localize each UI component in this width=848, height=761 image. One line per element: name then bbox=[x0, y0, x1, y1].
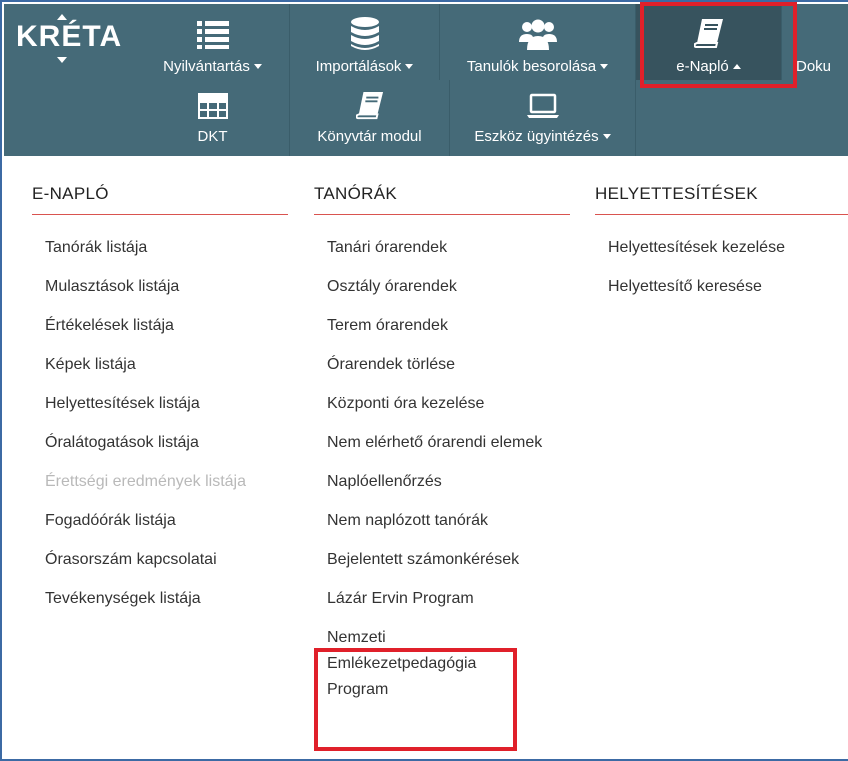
menu-item-ertekelesek-listaja[interactable]: Értékelések listája bbox=[45, 313, 288, 339]
menu-item-erettsegi-eredmenyek: Érettségi eredmények listája bbox=[45, 473, 246, 490]
menu-heading-tanorak: TANÓRÁK bbox=[314, 184, 570, 215]
menu-heading-enaplo: E-NAPLÓ bbox=[32, 184, 288, 215]
database-icon bbox=[350, 16, 380, 52]
menu-list-tanorak: Tanári órarendek Osztály órarendek Terem… bbox=[314, 235, 570, 703]
menu-item-bejelentett-szamonkeresek[interactable]: Bejelentett számonkérések bbox=[327, 547, 570, 573]
menu-item-fogadoorak-listaja[interactable]: Fogadóórák listája bbox=[45, 508, 288, 534]
menu-column-enaplo: E-NAPLÓ Tanórák listája Mulasztások list… bbox=[32, 184, 288, 625]
menu-item-terem-orarendek[interactable]: Terem órarendek bbox=[327, 313, 570, 339]
nav-row-1: Nyilvántartás Importálások Tanulók besor… bbox=[136, 4, 842, 80]
chevron-down-icon bbox=[602, 134, 611, 139]
menu-item-orarendek-torlese[interactable]: Órarendek törlése bbox=[327, 352, 570, 378]
menu-item-helyettesitesek-listaja[interactable]: Helyettesítések listája bbox=[45, 391, 288, 417]
list-icon bbox=[196, 16, 229, 52]
nav-eszkoz-ugyintezes[interactable]: Eszköz ügyintézés bbox=[450, 80, 636, 156]
app-frame: KRÉTA Nyilvántartás Importálások Tanulók… bbox=[0, 0, 848, 761]
menu-item-nemzeti-emlekezetpedagogia-program[interactable]: Nemzeti Emlékezetpedagógia Program bbox=[327, 625, 507, 703]
chevron-down-icon bbox=[600, 64, 609, 69]
book-icon bbox=[693, 16, 724, 52]
nav-doku-label: Doku bbox=[796, 58, 832, 75]
menu-list-enaplo: Tanórák listája Mulasztások listája Érté… bbox=[32, 235, 288, 612]
menu-item-helyettesitesek-kezelese[interactable]: Helyettesítések kezelése bbox=[608, 235, 848, 261]
menu-item-naploellenorzes[interactable]: Naplóellenőrzés bbox=[327, 469, 570, 495]
chevron-down-icon bbox=[253, 64, 262, 69]
top-navbar: KRÉTA Nyilvántartás Importálások Tanulók… bbox=[4, 4, 848, 156]
nav-importalasok[interactable]: Importálások bbox=[290, 4, 440, 80]
menu-item-mulasztasok-listaja[interactable]: Mulasztások listája bbox=[45, 274, 288, 300]
menu-item-lazar-ervin-program[interactable]: Lázár Ervin Program bbox=[327, 586, 570, 612]
menu-item-tanari-orarendek[interactable]: Tanári órarendek bbox=[327, 235, 570, 261]
menu-item-tanorak-listaja[interactable]: Tanórák listája bbox=[45, 235, 288, 261]
menu-item-nem-elerheto-orarendi-elemek[interactable]: Nem elérhető órarendi elemek bbox=[327, 430, 547, 456]
nav-nyilvantartas-label: Nyilvántartás bbox=[163, 58, 250, 75]
menu-item-orasorszam-kapcsolatai[interactable]: Órasorszám kapcsolatai bbox=[45, 547, 288, 573]
menu-item-oralatogatasok-listaja[interactable]: Óralátogatások listája bbox=[45, 430, 288, 456]
nav-enaplo[interactable]: e-Napló bbox=[636, 4, 782, 80]
kreta-logo[interactable]: KRÉTA bbox=[16, 14, 122, 63]
chevron-down-icon bbox=[405, 64, 414, 69]
nav-nyilvantartas[interactable]: Nyilvántartás bbox=[136, 4, 290, 80]
menu-item-kozponti-ora-kezelese[interactable]: Központi óra kezelése bbox=[327, 391, 570, 417]
nav-dkt[interactable]: DKT bbox=[136, 80, 290, 156]
nav-dokumentumok[interactable]: Doku bbox=[782, 4, 842, 80]
nav-konyvtar-modul[interactable]: Könyvtár modul bbox=[290, 80, 450, 156]
users-icon bbox=[518, 16, 558, 52]
menu-item-helyettesito-keresese[interactable]: Helyettesítő keresése bbox=[608, 274, 848, 300]
nav-tanulok-besorolasa[interactable]: Tanulók besorolása bbox=[440, 4, 636, 80]
nav-tanulok-label: Tanulók besorolása bbox=[466, 58, 597, 75]
nav-dkt-label: DKT bbox=[197, 128, 228, 145]
nav-konyvtar-label: Könyvtár modul bbox=[317, 128, 422, 145]
menu-column-helyettesitesek: HELYETTESÍTÉSEK Helyettesítések kezelése… bbox=[595, 184, 848, 313]
book-icon bbox=[355, 88, 384, 124]
menu-item-kepek-listaja[interactable]: Képek listája bbox=[45, 352, 288, 378]
nav-enaplo-label: e-Napló bbox=[676, 58, 729, 75]
grid-icon bbox=[197, 88, 228, 124]
nav-importalasok-label: Importálások bbox=[315, 58, 402, 75]
chevron-up-icon bbox=[732, 64, 741, 69]
menu-column-tanorak: TANÓRÁK Tanári órarendek Osztály órarend… bbox=[314, 184, 570, 716]
laptop-icon bbox=[526, 88, 560, 124]
nav-row-2: DKT Könyvtár modul Eszköz ügyintézés bbox=[136, 80, 636, 156]
nav-eszkoz-label: Eszköz ügyintézés bbox=[474, 128, 599, 145]
menu-heading-helyettesitesek: HELYETTESÍTÉSEK bbox=[595, 184, 848, 215]
menu-item-osztaly-orarendek[interactable]: Osztály órarendek bbox=[327, 274, 570, 300]
menu-item-tevekenysegek-listaja[interactable]: Tevékenységek listája bbox=[45, 586, 288, 612]
menu-list-helyettesitesek: Helyettesítések kezelése Helyettesítő ke… bbox=[595, 235, 848, 300]
menu-item-nem-naplozott-tanorak[interactable]: Nem naplózott tanórák bbox=[327, 508, 570, 534]
